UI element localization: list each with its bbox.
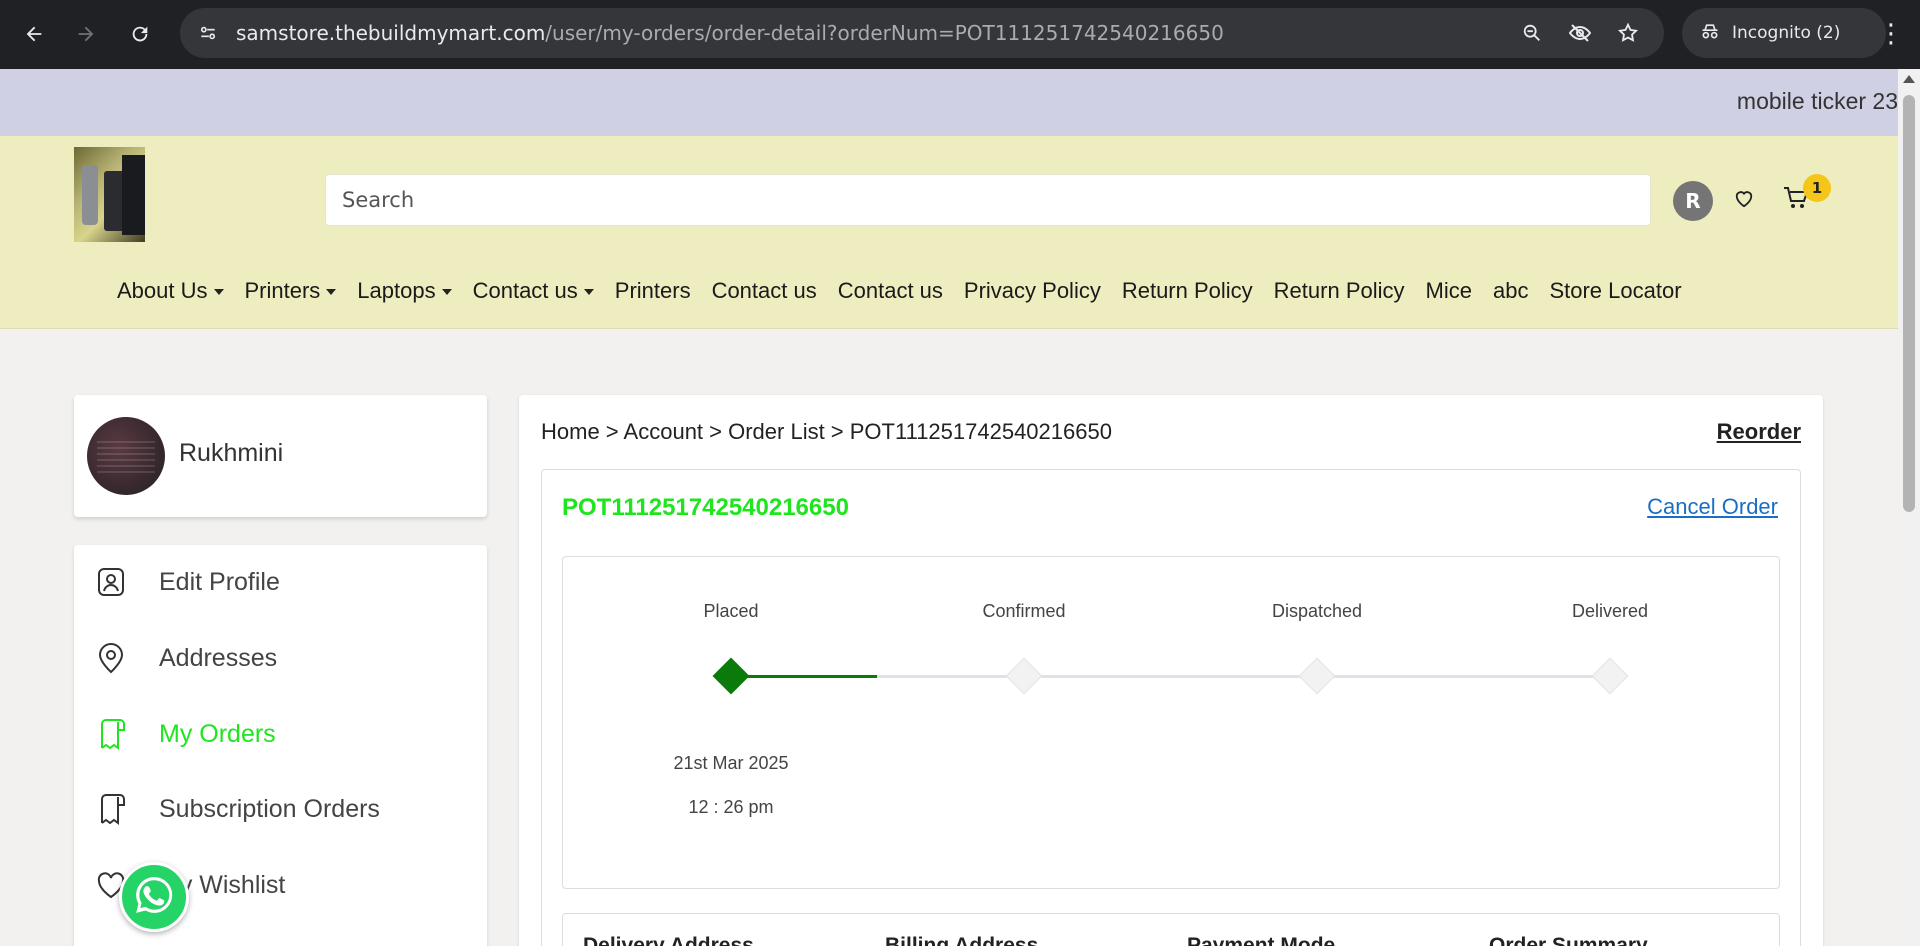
cancel-order-link[interactable]: Cancel Order: [1647, 494, 1778, 520]
ticker-text: mobile ticker 23: [1736, 88, 1898, 114]
sidebar-item-subscription-orders[interactable]: Subscription Orders: [94, 789, 380, 829]
step-label-placed: Placed: [703, 601, 759, 621]
profile-card: Rukhmini: [74, 395, 487, 517]
delivery-address-heading: Delivery Address: [583, 934, 754, 946]
nav-item-store-locator[interactable]: Store Locator: [1549, 278, 1681, 304]
page-scrollbar[interactable]: [1898, 69, 1920, 946]
search-placeholder: Search: [342, 188, 415, 212]
site-header: Search R 1 About Us Printers Laptops Con…: [0, 136, 1898, 329]
user-avatar[interactable]: R: [1673, 181, 1713, 221]
nav-item-printers-dropdown[interactable]: Printers: [245, 278, 337, 304]
reload-icon[interactable]: [120, 14, 160, 54]
order-detail-panel: Home > Account > Order List > POT1112517…: [519, 395, 1823, 946]
nav-item-mice[interactable]: Mice: [1426, 278, 1472, 304]
url-text[interactable]: samstore.thebuildmymart.com/user/my-orde…: [236, 21, 1224, 45]
url-path: /user/my-orders/order-detail?orderNum=PO…: [545, 21, 1224, 45]
scroll-up-icon[interactable]: [1903, 75, 1915, 83]
receipt-icon: [94, 717, 128, 751]
incognito-indicator[interactable]: Incognito (2): [1682, 8, 1886, 58]
whatsapp-icon: [132, 873, 176, 921]
progress-track-filled: [731, 675, 877, 678]
whatsapp-chat-button[interactable]: [119, 862, 189, 932]
location-pin-icon: [94, 641, 128, 675]
receipt-icon: [94, 792, 128, 826]
nav-item-laptops[interactable]: Laptops: [357, 278, 451, 304]
order-status-tracker: Placed Confirmed Dispatched Delivered 21…: [562, 556, 1780, 889]
sidebar-item-my-orders[interactable]: My Orders: [94, 714, 276, 754]
step-time-placed: 12 : 26 pm: [688, 797, 774, 817]
nav-item-contact-us-dropdown[interactable]: Contact us: [473, 278, 594, 304]
order-info-section: Delivery Address Billing Address Payment…: [562, 913, 1780, 946]
browser-toolbar: samstore.thebuildmymart.com/user/my-orde…: [0, 0, 1920, 69]
announcement-ticker: mobile ticker 23: [0, 69, 1898, 136]
back-icon[interactable]: [14, 14, 54, 54]
nav-item-privacy-policy[interactable]: Privacy Policy: [964, 278, 1101, 304]
eye-off-icon[interactable]: [1560, 13, 1600, 53]
cart-icon[interactable]: 1: [1783, 174, 1831, 216]
step-marker-placed: [712, 657, 750, 695]
reorder-link[interactable]: Reorder: [1717, 419, 1801, 445]
step-label-dispatched: Dispatched: [1271, 601, 1363, 621]
nav-item-abc[interactable]: abc: [1493, 278, 1528, 304]
step-marker-delivered: [1591, 657, 1629, 695]
sidebar-item-addresses[interactable]: Addresses: [94, 638, 277, 678]
nav-item-about-us[interactable]: About Us: [117, 278, 224, 304]
search-input[interactable]: Search: [325, 174, 1651, 226]
forward-icon[interactable]: [66, 14, 106, 54]
step-date-placed: 21st Mar 2025: [673, 753, 789, 773]
nav-item-contact-us[interactable]: Contact us: [712, 278, 817, 304]
step-marker-dispatched: [1298, 657, 1336, 695]
nav-item-printers[interactable]: Printers: [615, 278, 691, 304]
payment-mode-heading: Payment Mode: [1187, 934, 1336, 946]
scrollbar-thumb[interactable]: [1903, 95, 1915, 512]
profile-name: Rukhmini: [179, 439, 284, 467]
nav-item-contact-us-2[interactable]: Contact us: [838, 278, 943, 304]
nav-item-return-policy-2[interactable]: Return Policy: [1274, 278, 1405, 304]
billing-address-heading: Billing Address: [885, 934, 1039, 946]
sidebar-item-label: Addresses: [159, 643, 278, 672]
sidebar-item-edit-profile[interactable]: Edit Profile: [94, 562, 280, 602]
incognito-icon: [1700, 22, 1720, 45]
sidebar-item-label: My Orders: [159, 719, 276, 748]
nav-item-return-policy[interactable]: Return Policy: [1122, 278, 1253, 304]
cart-count-badge: 1: [1803, 174, 1831, 202]
order-summary-heading: Order Summary: [1489, 934, 1648, 946]
order-number: POT111251742540216650: [562, 494, 849, 521]
store-logo[interactable]: [74, 147, 145, 242]
order-card: POT111251742540216650 Cancel Order Place…: [541, 469, 1801, 946]
profile-avatar: [87, 417, 165, 495]
incognito-label: Incognito (2): [1732, 23, 1841, 43]
browser-menu-icon[interactable]: ⋮: [1876, 14, 1906, 54]
step-label-confirmed: Confirmed: [982, 601, 1066, 621]
user-card-icon: [94, 565, 128, 599]
wishlist-heart-icon[interactable]: [1733, 188, 1755, 214]
step-label-delivered: Delivered: [1571, 601, 1649, 621]
url-host: samstore.thebuildmymart.com: [236, 21, 546, 45]
bookmark-star-icon[interactable]: [1608, 13, 1648, 53]
site-settings-icon[interactable]: [188, 13, 228, 53]
sidebar-item-label: Subscription Orders: [159, 794, 380, 823]
zoom-icon[interactable]: [1512, 13, 1552, 53]
breadcrumb[interactable]: Home > Account > Order List > POT1112517…: [541, 419, 1112, 445]
sidebar-item-label: Edit Profile: [159, 567, 280, 596]
address-bar[interactable]: samstore.thebuildmymart.com/user/my-orde…: [180, 8, 1664, 58]
step-marker-confirmed: [1005, 657, 1043, 695]
main-navigation: About Us Printers Laptops Contact us Pri…: [117, 278, 1703, 304]
